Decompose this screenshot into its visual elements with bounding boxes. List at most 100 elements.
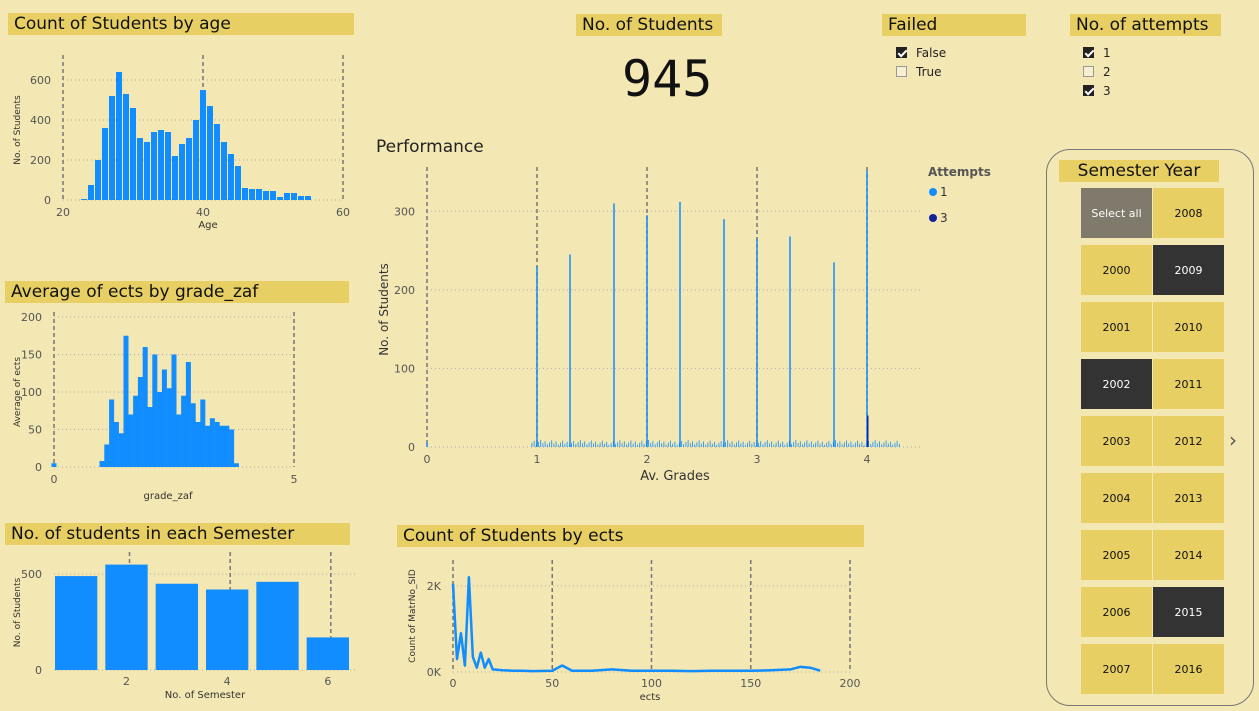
bar xyxy=(656,442,658,447)
legend-label: 1 xyxy=(940,185,948,199)
bar xyxy=(102,128,108,200)
bar xyxy=(652,441,654,447)
bar xyxy=(775,442,777,447)
bar xyxy=(116,72,122,200)
bar xyxy=(546,444,548,447)
bar xyxy=(665,444,667,447)
bar xyxy=(854,442,856,447)
bar xyxy=(789,236,791,447)
x-tick-label: 150 xyxy=(740,677,761,690)
attempts-option-3[interactable]: 3 xyxy=(1083,81,1111,100)
x-tick-label: 100 xyxy=(641,677,662,690)
semester-button[interactable]: Select all xyxy=(1081,188,1152,238)
bar xyxy=(426,443,428,447)
checkbox-unchecked-icon[interactable] xyxy=(1083,66,1094,77)
bar xyxy=(705,444,707,447)
bar xyxy=(643,443,645,447)
bar xyxy=(628,442,630,447)
bar xyxy=(214,422,220,467)
bar xyxy=(685,442,687,447)
bar xyxy=(137,138,143,200)
x-tick-label: 2 xyxy=(123,675,130,688)
bar xyxy=(793,441,795,447)
semester-button[interactable]: 2001 xyxy=(1081,302,1152,352)
failed-option-true[interactable]: True xyxy=(896,62,946,81)
bar xyxy=(593,443,594,447)
y-tick-label: 200 xyxy=(21,311,42,324)
bar xyxy=(615,444,616,447)
checkbox-checked-icon[interactable] xyxy=(896,47,907,58)
bar xyxy=(824,444,825,447)
attempts-option-2[interactable]: 2 xyxy=(1083,62,1111,81)
semester-button[interactable]: 2006 xyxy=(1081,587,1152,637)
bar xyxy=(571,442,572,447)
bar xyxy=(291,193,297,200)
bar xyxy=(626,444,627,447)
bar xyxy=(179,144,185,200)
x-axis-label: grade_zaf xyxy=(144,491,193,502)
checkbox-checked-icon[interactable] xyxy=(1083,47,1094,58)
semester-button[interactable]: 2004 xyxy=(1081,473,1152,523)
checkbox-unchecked-icon[interactable] xyxy=(896,66,907,77)
bar xyxy=(641,440,643,447)
bar xyxy=(590,440,592,447)
bar xyxy=(172,156,178,200)
y-tick-label: 0 xyxy=(44,194,51,207)
checkbox-checked-icon[interactable] xyxy=(1083,85,1094,96)
bar xyxy=(142,347,148,467)
bar xyxy=(588,442,590,447)
x-tick-label: 3 xyxy=(754,453,761,466)
bar xyxy=(736,442,737,447)
bar xyxy=(678,442,680,447)
bar xyxy=(161,369,167,467)
semester-button[interactable]: 2012 xyxy=(1153,416,1224,466)
bar xyxy=(233,463,239,467)
x-tick-label: 40 xyxy=(196,206,210,219)
bar xyxy=(152,354,158,467)
bar xyxy=(817,440,819,447)
bar xyxy=(130,108,136,200)
bar xyxy=(305,196,311,200)
semester-button[interactable]: 2014 xyxy=(1153,530,1224,580)
bar xyxy=(206,589,249,670)
semester-button[interactable]: 2005 xyxy=(1081,530,1152,580)
bar xyxy=(200,399,206,467)
chevron-right-icon[interactable]: › xyxy=(1229,428,1237,452)
semester-button[interactable]: 2015 xyxy=(1153,587,1224,637)
y-tick-label: 100 xyxy=(394,362,415,375)
semester-button[interactable]: 2011 xyxy=(1153,359,1224,409)
bar xyxy=(109,96,115,200)
y-tick-label: 100 xyxy=(21,386,42,399)
bar xyxy=(557,444,559,447)
attempts-option-1[interactable]: 1 xyxy=(1083,43,1111,62)
bar xyxy=(566,441,568,447)
bar xyxy=(670,440,671,447)
legend-title: Attempts xyxy=(928,165,991,179)
kpi-value: 945 xyxy=(622,50,713,108)
semester-button[interactable]: 2002 xyxy=(1081,359,1152,409)
semester-button[interactable]: 2009 xyxy=(1153,245,1224,295)
bar xyxy=(270,191,276,200)
bar xyxy=(771,441,773,447)
semester-button[interactable]: 2003 xyxy=(1081,416,1152,466)
bar xyxy=(586,444,588,447)
bar xyxy=(612,441,614,447)
bar xyxy=(219,425,225,467)
failed-option-false[interactable]: False xyxy=(896,43,946,62)
semester-button[interactable]: 2007 xyxy=(1081,644,1152,694)
semester-button[interactable]: 2010 xyxy=(1153,302,1224,352)
semester-button[interactable]: 2000 xyxy=(1081,245,1152,295)
bar xyxy=(887,443,889,447)
bar xyxy=(536,266,538,447)
bar xyxy=(249,189,255,200)
bar xyxy=(711,443,713,447)
ects-count-chart: 0K 2K 0 50 100 150 200 ects Count of MatrNo_SID xyxy=(408,560,861,703)
age-chart: 0 200 400 600 20 40 60 Age No. of Students xyxy=(13,55,350,231)
semester-button[interactable]: 2008 xyxy=(1153,188,1224,238)
attempts-slicer-title: No. of attempts xyxy=(1070,14,1221,36)
bar xyxy=(531,442,533,447)
performance-title: Performance xyxy=(376,137,484,157)
semester-button[interactable]: 2016 xyxy=(1153,644,1224,694)
bar xyxy=(560,442,561,447)
semester-button[interactable]: 2013 xyxy=(1153,473,1224,523)
